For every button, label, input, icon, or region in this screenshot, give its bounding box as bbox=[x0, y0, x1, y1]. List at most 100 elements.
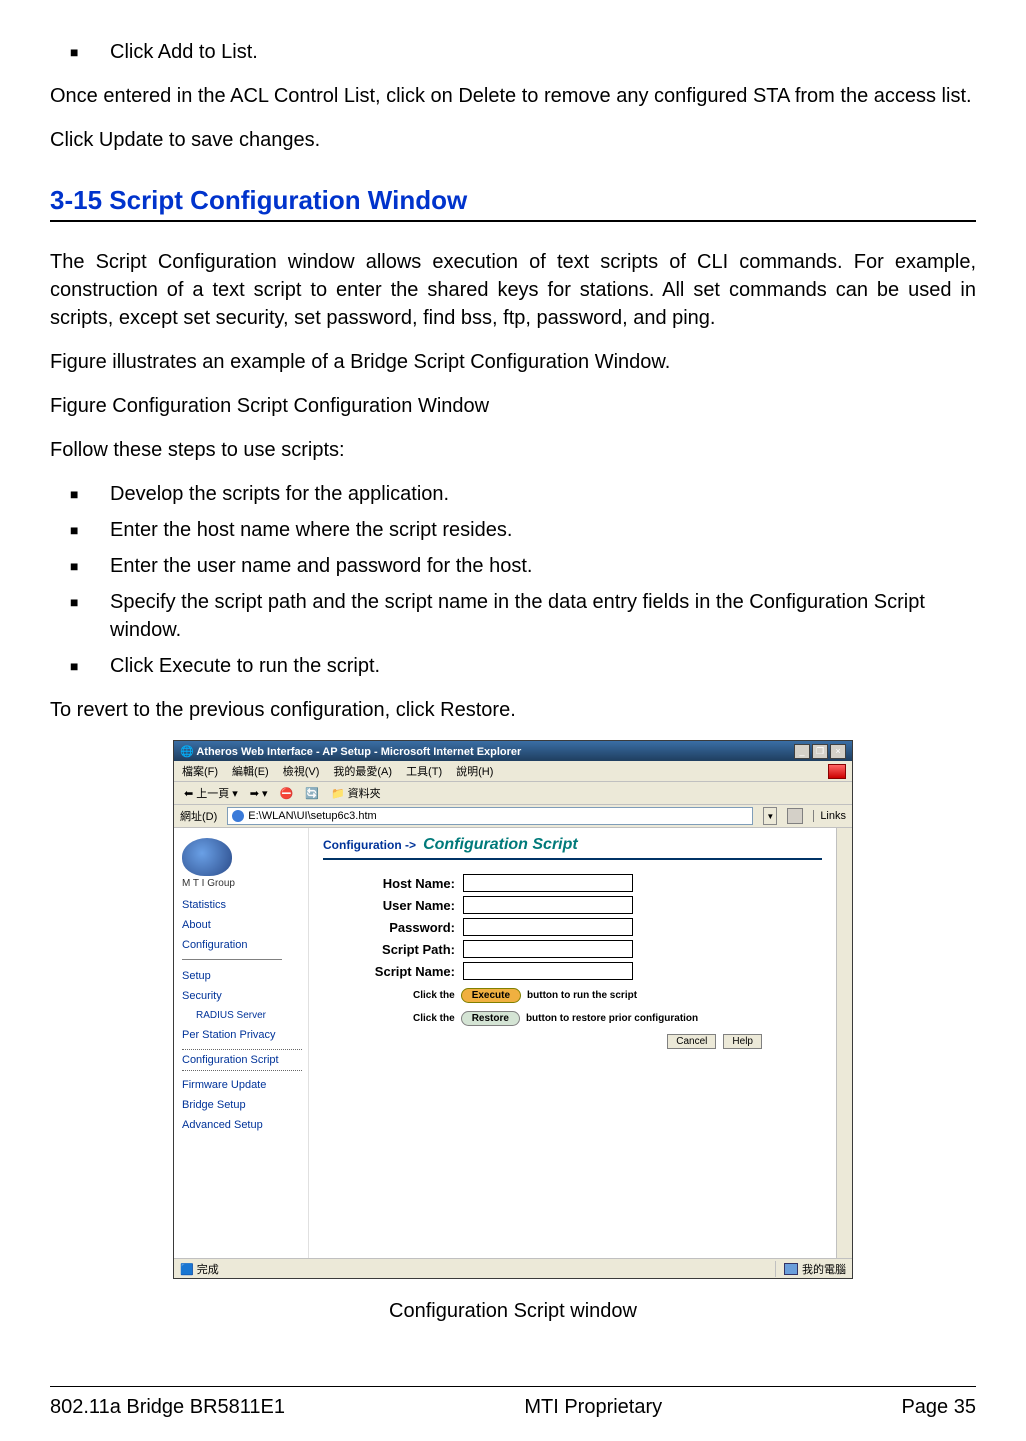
ie-flag-icon bbox=[828, 764, 846, 779]
status-right: 我的電腦 bbox=[775, 1261, 846, 1277]
menu-tools[interactable]: 工具(T) bbox=[404, 763, 444, 779]
bullet-item: Click Execute to run the script. bbox=[50, 652, 976, 680]
title-rule bbox=[323, 858, 822, 860]
sidebar-item-advanced[interactable]: Advanced Setup bbox=[182, 1119, 302, 1131]
execute-button[interactable]: Execute bbox=[461, 988, 521, 1003]
bullet-item: Develop the scripts for the application. bbox=[50, 480, 976, 508]
maximize-button[interactable]: ❐ bbox=[812, 744, 828, 759]
forward-button[interactable]: ➡ ▾ bbox=[246, 786, 272, 801]
menu-edit[interactable]: 編輯(E) bbox=[230, 763, 271, 779]
sidebar-item-firmware[interactable]: Firmware Update bbox=[182, 1079, 302, 1091]
sidebar-item-statistics[interactable]: Statistics bbox=[182, 899, 302, 911]
paragraph: Once entered in the ACL Control List, cl… bbox=[50, 82, 976, 110]
my-computer-icon bbox=[784, 1263, 798, 1275]
done-icon: 🟦 bbox=[180, 1264, 197, 1276]
cancel-button[interactable]: Cancel bbox=[667, 1034, 716, 1049]
bullet-item: Enter the host name where the script res… bbox=[50, 516, 976, 544]
paragraph: To revert to the previous configuration,… bbox=[50, 696, 976, 724]
crumb-prefix: Configuration -> bbox=[323, 838, 416, 852]
window-buttons: _ ❐ × bbox=[794, 744, 846, 759]
sidebar-item-privacy[interactable]: Per Station Privacy bbox=[182, 1029, 302, 1041]
restore-row: Click the Restore button to restore prio… bbox=[413, 1011, 822, 1026]
exec-pre-text: Click the bbox=[413, 990, 455, 1001]
status-done-text: 完成 bbox=[197, 1264, 219, 1276]
section-heading: 3-15 Script Configuration Window bbox=[50, 182, 976, 218]
execute-row: Click the Execute button to run the scri… bbox=[413, 988, 822, 1003]
status-left: 🟦 完成 bbox=[180, 1261, 219, 1277]
minimize-button[interactable]: _ bbox=[794, 744, 810, 759]
back-button[interactable]: ⬅ 上一頁 ▾ bbox=[180, 784, 242, 802]
window-title-text: Atheros Web Interface - AP Setup - Micro… bbox=[196, 746, 521, 758]
content-area: M T I Group Statistics About Configurati… bbox=[174, 828, 852, 1258]
sidebar-active-wrap: Configuration Script bbox=[182, 1049, 302, 1071]
sidebar: M T I Group Statistics About Configurati… bbox=[174, 828, 309, 1258]
scrollbar[interactable] bbox=[836, 828, 852, 1258]
logo-icon bbox=[182, 838, 232, 876]
back-label: 上一頁 bbox=[196, 785, 229, 801]
menubar: 檔案(F) 編輯(E) 檢視(V) 我的最愛(A) 工具(T) 說明(H) bbox=[174, 761, 852, 782]
divider bbox=[182, 959, 282, 960]
heading-rule bbox=[50, 220, 976, 222]
sidebar-item-setup[interactable]: Setup bbox=[182, 970, 302, 982]
go-button[interactable] bbox=[787, 808, 803, 824]
exec-post-text: button to run the script bbox=[527, 990, 637, 1001]
footer-right: Page 35 bbox=[901, 1393, 976, 1421]
menu-favorites[interactable]: 我的最愛(A) bbox=[331, 763, 394, 779]
restore-button[interactable]: Restore bbox=[461, 1011, 520, 1026]
address-dropdown-icon[interactable]: ▼ bbox=[763, 807, 777, 825]
password-input[interactable] bbox=[463, 918, 633, 936]
menu-view[interactable]: 檢視(V) bbox=[281, 763, 322, 779]
figure-caption: Configuration Script window bbox=[50, 1297, 976, 1325]
ie-page-icon: 🌐 bbox=[180, 746, 196, 758]
statusbar: 🟦 完成 我的電腦 bbox=[174, 1258, 852, 1278]
restore-post-text: button to restore prior configuration bbox=[526, 1013, 698, 1024]
user-label: User Name: bbox=[323, 898, 463, 913]
top-bullet-list: Click Add to List. bbox=[50, 38, 976, 66]
bullet-item: Specify the script path and the script n… bbox=[50, 588, 976, 644]
menu-help[interactable]: 說明(H) bbox=[454, 763, 495, 779]
host-label: Host Name: bbox=[323, 876, 463, 891]
script-path-input[interactable] bbox=[463, 940, 633, 958]
footer-left: 802.11a Bridge BR5811E1 bbox=[50, 1393, 285, 1421]
main-pane: Configuration -> Configuration Script Ho… bbox=[309, 828, 836, 1258]
sidebar-item-config-script[interactable]: Configuration Script bbox=[182, 1054, 302, 1066]
sidebar-item-about[interactable]: About bbox=[182, 919, 302, 931]
host-input[interactable] bbox=[463, 874, 633, 892]
page-icon bbox=[232, 810, 244, 822]
refresh-button[interactable]: 🔄 bbox=[301, 786, 323, 801]
password-label: Password: bbox=[323, 920, 463, 935]
paragraph: Figure Configuration Script Configuratio… bbox=[50, 392, 976, 420]
sidebar-item-bridge[interactable]: Bridge Setup bbox=[182, 1099, 302, 1111]
sidebar-item-security[interactable]: Security bbox=[182, 990, 302, 1002]
script-name-label: Script Name: bbox=[323, 964, 463, 979]
bullet-item: Enter the user name and password for the… bbox=[50, 552, 976, 580]
sidebar-item-radius[interactable]: RADIUS Server bbox=[196, 1010, 302, 1021]
form-row-script-path: Script Path: bbox=[323, 940, 822, 958]
form-row-script-name: Script Name: bbox=[323, 962, 822, 980]
brand-text: M T I Group bbox=[182, 878, 302, 889]
help-button[interactable]: Help bbox=[723, 1034, 762, 1049]
links-label[interactable]: Links bbox=[813, 810, 846, 822]
user-input[interactable] bbox=[463, 896, 633, 914]
address-label: 網址(D) bbox=[180, 808, 217, 824]
page-footer: 802.11a Bridge BR5811E1 MTI Proprietary … bbox=[50, 1386, 976, 1421]
paragraph: Click Update to save changes. bbox=[50, 126, 976, 154]
script-name-input[interactable] bbox=[463, 962, 633, 980]
close-button[interactable]: × bbox=[830, 744, 846, 759]
addressbar: 網址(D) E:\WLAN\UI\setup6c3.htm ▼ Links bbox=[174, 805, 852, 828]
paragraph: Follow these steps to use scripts: bbox=[50, 436, 976, 464]
sidebar-item-configuration[interactable]: Configuration bbox=[182, 939, 302, 951]
stop-button[interactable]: ⛔ bbox=[276, 786, 298, 801]
titlebar: 🌐 Atheros Web Interface - AP Setup - Mic… bbox=[174, 741, 852, 761]
paragraph: The Script Configuration window allows e… bbox=[50, 248, 976, 332]
form-row-user: User Name: bbox=[323, 896, 822, 914]
folders-button[interactable]: 📁 資料夾 bbox=[327, 784, 385, 802]
steps-list: Develop the scripts for the application.… bbox=[50, 480, 976, 680]
script-path-label: Script Path: bbox=[323, 942, 463, 957]
bullet-item: Click Add to List. bbox=[50, 38, 976, 66]
restore-pre-text: Click the bbox=[413, 1013, 455, 1024]
menu-file[interactable]: 檔案(F) bbox=[180, 763, 220, 779]
address-input[interactable]: E:\WLAN\UI\setup6c3.htm bbox=[227, 807, 753, 825]
toolbar: ⬅ 上一頁 ▾ ➡ ▾ ⛔ 🔄 📁 資料夾 bbox=[174, 782, 852, 805]
button-row: Cancel Help bbox=[323, 1034, 762, 1049]
